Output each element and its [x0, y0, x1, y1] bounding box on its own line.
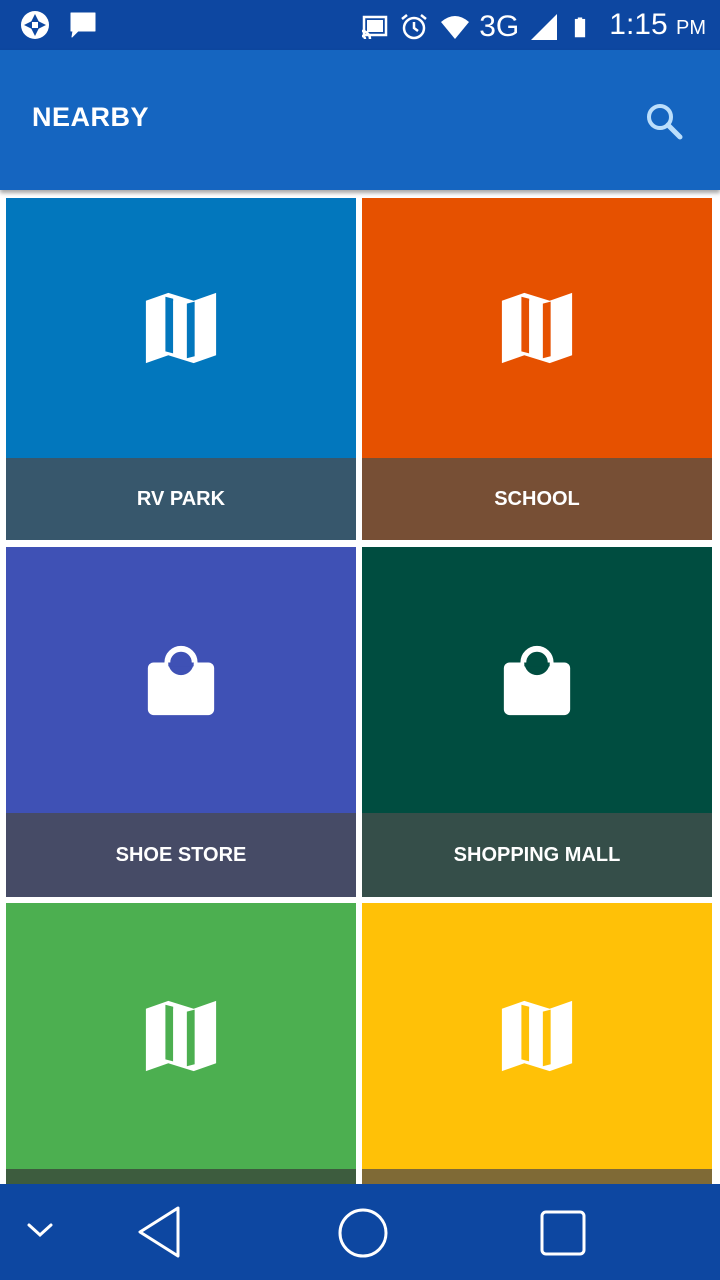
clock-ampm: PM	[676, 17, 706, 39]
tile-image	[6, 198, 356, 458]
tile-image	[6, 547, 356, 813]
tile-label: RV PARK	[6, 458, 356, 540]
tile-label: SHOPPING MALL	[362, 813, 712, 897]
tile-image	[362, 903, 712, 1169]
map-icon	[145, 1000, 217, 1072]
wifi-icon	[439, 12, 470, 42]
clock: 1:15 PM	[609, 6, 706, 47]
home-button[interactable]	[336, 1206, 390, 1260]
tile-label: SHOE STORE	[6, 813, 356, 897]
recents-button[interactable]	[538, 1208, 588, 1258]
tile-image	[6, 903, 356, 1169]
tile-label: SCHOOL	[362, 458, 712, 540]
system-nav-bar	[0, 1184, 720, 1280]
tile-shopping-mall[interactable]: SHOPPING MALL	[362, 547, 712, 897]
tile-shoe-store[interactable]: SHOE STORE	[6, 547, 356, 897]
tile-place[interactable]	[6, 903, 356, 1184]
back-button[interactable]	[134, 1204, 186, 1260]
tile-place[interactable]	[362, 903, 712, 1184]
search-button[interactable]	[640, 98, 688, 146]
back-triangle-icon	[138, 1206, 180, 1258]
shopping-bag-icon	[147, 645, 215, 716]
clock-time: 1:15	[609, 8, 668, 41]
alarm-icon	[399, 12, 429, 42]
tile-rv-park[interactable]: RV PARK	[6, 198, 356, 540]
tile-image	[362, 547, 712, 813]
shopping-bag-icon	[503, 645, 571, 716]
places-grid: RV PARK SCHOOL SHOE STORE SHOPPING MALL	[0, 190, 720, 1184]
tile-label	[6, 1169, 356, 1184]
network-type: 3G	[479, 9, 520, 43]
home-circle-icon	[338, 1208, 388, 1258]
tile-image	[362, 198, 712, 458]
map-icon	[501, 1000, 573, 1072]
map-icon	[145, 292, 217, 364]
page-title: NEARBY	[32, 102, 150, 132]
hide-nav-button[interactable]	[24, 1214, 56, 1246]
app-bar: NEARBY	[0, 50, 720, 190]
message-icon	[68, 10, 98, 40]
tile-label	[362, 1169, 712, 1184]
signal-icon	[529, 12, 559, 42]
cast-icon	[359, 12, 389, 42]
battery-icon	[569, 12, 599, 42]
camera-aperture-icon	[20, 10, 50, 40]
status-bar: 3G 1:15 PM	[0, 0, 720, 50]
search-icon	[647, 104, 683, 140]
tile-school[interactable]: SCHOOL	[362, 198, 712, 540]
chevron-down-icon	[27, 1223, 53, 1238]
recents-square-icon	[540, 1210, 586, 1256]
map-icon	[501, 292, 573, 364]
